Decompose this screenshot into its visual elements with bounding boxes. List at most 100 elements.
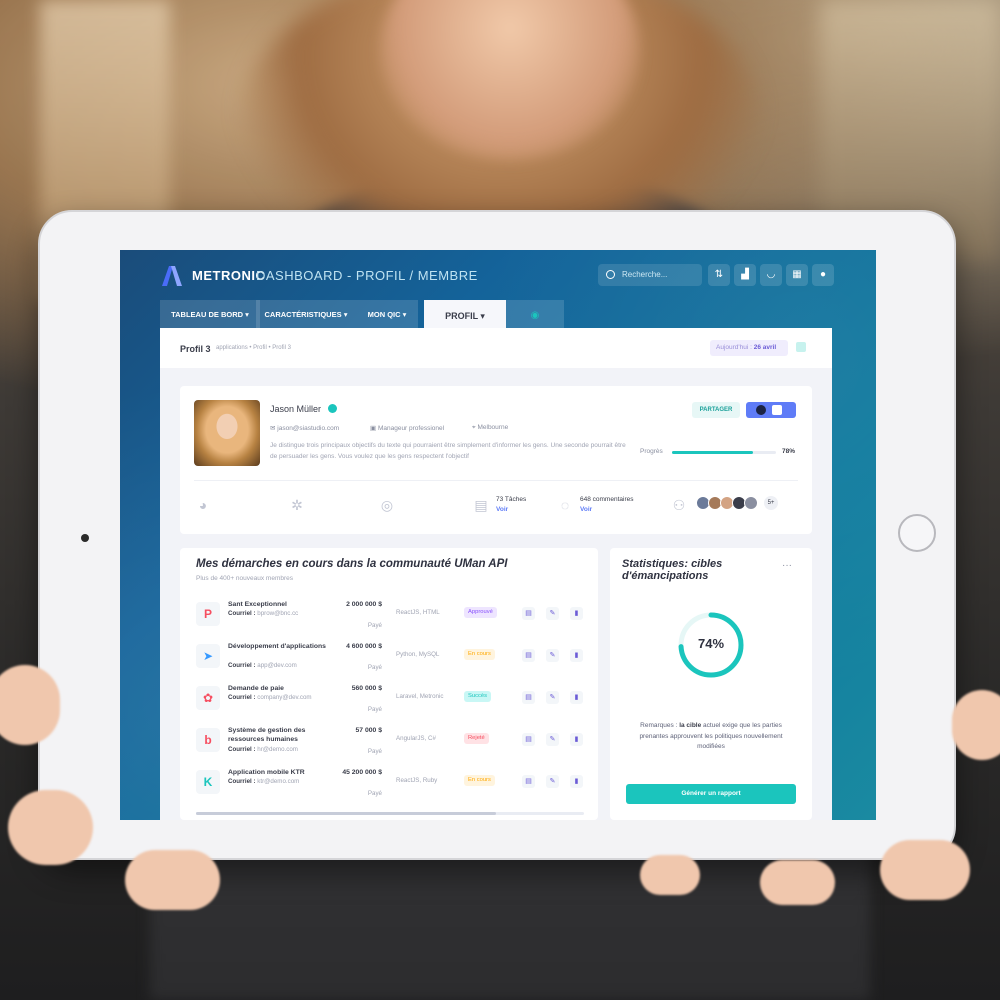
view-button[interactable]: ▤ xyxy=(522,733,535,746)
delete-button[interactable]: ▮ xyxy=(570,775,583,788)
mail-value: company@dev.com xyxy=(257,694,312,701)
projects-card: Mes démarches en cours dans la communaut… xyxy=(180,548,598,820)
view-button[interactable]: ▤ xyxy=(522,691,535,704)
progress-bar xyxy=(672,451,776,454)
basket-icon[interactable]: ◡ xyxy=(760,264,782,286)
tab-extra[interactable]: ◉ xyxy=(506,300,564,328)
project-tech: ReactJS, Ruby xyxy=(396,777,438,784)
table-row[interactable]: ✿ Demande de paie Courriel : company@dev.c… xyxy=(180,682,598,724)
grid-icon[interactable]: ▦ xyxy=(786,264,808,286)
search-input[interactable]: Recherche... xyxy=(598,264,702,286)
edit-button[interactable]: ✎ xyxy=(546,775,559,788)
page-title: DASHBOARD - PROFIL / MEMBRE xyxy=(256,268,478,283)
tab-dashboard[interactable]: TABLEAU DE BORD ▾ xyxy=(160,300,260,328)
comments-count: 648 commentaires xyxy=(580,496,634,503)
more-members[interactable]: 5+ xyxy=(764,496,778,510)
delete-button[interactable]: ▮ xyxy=(570,649,583,662)
comments-link[interactable]: Voir xyxy=(580,506,592,513)
date-value: 26 avril xyxy=(753,344,777,351)
project-paid: Payé xyxy=(367,748,382,755)
stats-card: Statistiques: cibles d'émancipations ···… xyxy=(610,548,812,820)
brand-name: METRONIC xyxy=(192,268,266,283)
table-row[interactable]: b Système de gestion des ressources humai… xyxy=(180,724,598,766)
project-amount: 57 000 $ xyxy=(355,727,382,734)
view-button[interactable]: ▤ xyxy=(522,775,535,788)
more-options-icon[interactable]: ··· xyxy=(782,560,792,571)
subheader-title: Profil 3 xyxy=(180,344,211,354)
front-camera xyxy=(81,534,89,542)
profile-location: ⌖ Melbourne xyxy=(472,424,509,431)
chat-icon: ◌ xyxy=(560,497,570,513)
project-paid: Payé xyxy=(367,664,382,671)
stats-title: Statistiques: cibles d'émancipations xyxy=(622,558,723,582)
date-badge[interactable]: Aujourd'hui : 26 avril xyxy=(710,340,788,356)
right-finger xyxy=(880,840,970,900)
project-name[interactable]: Application mobile KTR xyxy=(228,768,328,777)
table-row[interactable]: ➤ Développement d'applications Courriel : … xyxy=(180,640,598,682)
tab-my-qic[interactable]: MON QIC ▾ xyxy=(356,300,418,328)
status-badge: En cours xyxy=(464,649,495,660)
delete-button[interactable]: ▮ xyxy=(570,733,583,746)
top-bar: METRONIC DASHBOARD - PROFIL / MEMBRE Rec… xyxy=(120,250,876,300)
project-paid: Payé xyxy=(367,790,382,797)
mail-value: bprow@bnc.cc xyxy=(257,610,299,617)
table-row[interactable]: K Application mobile KTR Courriel : ktr@de… xyxy=(180,766,598,808)
mail-label: Courriel : xyxy=(228,694,256,701)
profile-name[interactable]: Jason Müller xyxy=(270,404,321,414)
right-finger xyxy=(760,860,835,905)
progress-value: 78% xyxy=(782,448,796,455)
project-amount: 2 000 000 $ xyxy=(346,601,382,608)
right-finger xyxy=(640,855,700,895)
member-avatar[interactable] xyxy=(744,496,758,510)
action-button[interactable] xyxy=(746,402,796,418)
tab-profile[interactable]: PROFIL ▾ xyxy=(424,300,506,328)
user-icon[interactable]: ● xyxy=(812,264,834,286)
left-thumb xyxy=(0,665,60,745)
left-finger xyxy=(125,850,220,910)
stats-note: Remarques : la cible actuel exige que le… xyxy=(626,721,796,753)
project-name[interactable]: Système de gestion des ressources humain… xyxy=(228,726,328,744)
note-highlight: la cible xyxy=(679,722,702,729)
home-button[interactable] xyxy=(898,514,936,552)
edit-button[interactable]: ✎ xyxy=(546,607,559,620)
profile-email[interactable]: ✉ jason@siastudio.com xyxy=(270,424,339,432)
tab-features[interactable]: CARACTÉRISTIQUES ▾ xyxy=(256,300,356,328)
date-prefix: Aujourd'hui : xyxy=(716,344,752,351)
email-text: jason@siastudio.com xyxy=(277,425,340,432)
quick-action-button[interactable] xyxy=(796,342,806,352)
status-badge: Succès xyxy=(464,691,492,702)
project-icon: K xyxy=(196,770,220,794)
mail-label: Courriel : xyxy=(228,662,256,669)
edit-button[interactable]: ✎ xyxy=(546,649,559,662)
tab-label: PROFIL xyxy=(445,311,478,321)
project-paid: Payé xyxy=(367,706,382,713)
tab-label: CARACTÉRISTIQUES xyxy=(264,310,342,319)
share-button[interactable]: PARTAGER xyxy=(692,402,740,418)
project-name[interactable]: Développement d'applications xyxy=(228,642,328,651)
table-row[interactable]: P Sant Exceptionnel Courriel : bprow@bnc.c… xyxy=(180,598,598,640)
profile-role: ▣ Manageur professionel xyxy=(370,425,445,432)
tab-label: TABLEAU DE BORD xyxy=(171,310,244,319)
project-mail: Courriel : bprow@bnc.cc xyxy=(228,610,298,617)
scrollbar-thumb[interactable] xyxy=(196,812,496,815)
chart-icon[interactable]: ▟ xyxy=(734,264,756,286)
tasks-link[interactable]: Voir xyxy=(496,506,508,513)
project-name[interactable]: Demande de paie xyxy=(228,684,328,693)
view-button[interactable]: ▤ xyxy=(522,649,535,662)
delete-button[interactable]: ▮ xyxy=(570,607,583,620)
sort-icon[interactable]: ⇅ xyxy=(708,264,730,286)
project-icon: P xyxy=(196,602,220,626)
generate-report-button[interactable]: Générer un rapport xyxy=(626,784,796,804)
project-name[interactable]: Sant Exceptionnel xyxy=(228,600,328,609)
location-text: Melbourne xyxy=(477,424,509,431)
project-mail: Courriel : ktr@demo.com xyxy=(228,778,299,785)
horizontal-scrollbar[interactable] xyxy=(196,812,584,815)
project-tech: ReactJS, HTML xyxy=(396,609,440,616)
delete-button[interactable]: ▮ xyxy=(570,691,583,704)
view-button[interactable]: ▤ xyxy=(522,607,535,620)
tablet-screen: METRONIC DASHBOARD - PROFIL / MEMBRE Rec… xyxy=(120,250,876,820)
edit-button[interactable]: ✎ xyxy=(546,733,559,746)
avatar xyxy=(194,400,260,466)
edit-button[interactable]: ✎ xyxy=(546,691,559,704)
note-prefix: Remarques : xyxy=(640,722,678,729)
